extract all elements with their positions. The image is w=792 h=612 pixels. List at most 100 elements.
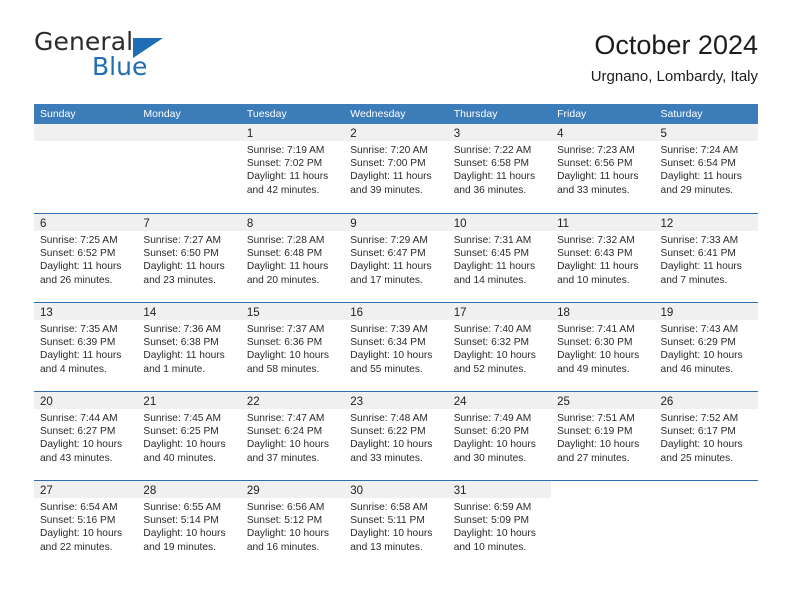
day-number-band: 15	[240, 303, 345, 320]
sunset-text: Sunset: 5:09 PM	[453, 515, 530, 527]
day-number-band: 19	[654, 303, 758, 320]
day-number-band	[655, 481, 758, 498]
calendar-day-cell[interactable]: 29 Sunrise: 6:56 AM Sunset: 5:12 PM Dayligh…	[240, 481, 345, 569]
daylight-text-line2: and 26 minutes.	[40, 274, 113, 286]
sunrise-text: Sunrise: 7:39 AM	[350, 324, 428, 335]
day-number-band: 17	[447, 303, 552, 320]
daylight-text-line2: and 39 minutes.	[350, 184, 423, 196]
calendar-day-cell[interactable]: 27 Sunrise: 6:54 AM Sunset: 5:16 PM Dayligh…	[34, 481, 138, 569]
calendar-day-cell[interactable]: 10 Sunrise: 7:31 AM Sunset: 6:45 PM Dayligh…	[447, 214, 552, 302]
calendar-day-cell[interactable]: 20 Sunrise: 7:44 AM Sunset: 6:27 PM Dayligh…	[34, 392, 138, 480]
daylight-text-line2: and 1 minute.	[143, 363, 206, 375]
sunrise-text: Sunrise: 7:44 AM	[40, 413, 118, 424]
daylight-text-line2: and 25 minutes.	[660, 452, 734, 464]
sunrise-text: Sunrise: 7:32 AM	[557, 235, 635, 246]
sunrise-text: Sunrise: 6:55 AM	[143, 502, 222, 513]
day-number: 24	[453, 396, 467, 408]
sunset-text: Sunset: 6:39 PM	[40, 337, 116, 349]
day-number: 5	[660, 128, 667, 140]
sunset-text: Sunset: 6:29 PM	[660, 337, 736, 349]
calendar-day-cell[interactable]: 25 Sunrise: 7:51 AM Sunset: 6:19 PM Dayligh…	[551, 392, 655, 480]
day-detail-body: Sunrise: 7:31 AM Sunset: 6:45 PM Daylight:…	[448, 231, 551, 287]
calendar-day-cell[interactable]: 16 Sunrise: 7:39 AM Sunset: 6:34 PM Dayligh…	[344, 303, 448, 391]
weekday-header-tuesday: Tuesday	[246, 108, 287, 120]
sunrise-text: Sunrise: 7:31 AM	[453, 235, 532, 246]
daylight-text-line1: Daylight: 10 hours	[246, 439, 329, 451]
calendar-day-cell[interactable]: 15 Sunrise: 7:37 AM Sunset: 6:36 PM Dayligh…	[240, 303, 345, 391]
daylight-text-line1: Daylight: 10 hours	[453, 528, 536, 540]
day-number-band: 10	[447, 214, 552, 231]
daylight-text-line2: and 10 minutes.	[557, 274, 630, 286]
day-detail-body: Sunrise: 7:52 AM Sunset: 6:17 PM Daylight:…	[655, 409, 758, 465]
sunset-text: Sunset: 7:00 PM	[350, 158, 426, 170]
calendar-day-cell[interactable]: 8 Sunrise: 7:28 AM Sunset: 6:48 PM Daylight…	[240, 214, 345, 302]
calendar-day-cell[interactable]: 19 Sunrise: 7:43 AM Sunset: 6:29 PM Dayligh…	[654, 303, 758, 391]
daylight-text-line1: Daylight: 11 hours	[143, 350, 225, 362]
daylight-text-line2: and 30 minutes.	[453, 452, 527, 464]
calendar-day-cell[interactable]: 30 Sunrise: 6:58 AM Sunset: 5:11 PM Dayligh…	[344, 481, 448, 569]
calendar-day-cell[interactable]: 22 Sunrise: 7:47 AM Sunset: 6:24 PM Dayligh…	[240, 392, 345, 480]
day-number: 18	[557, 307, 570, 319]
day-number: 15	[246, 307, 260, 319]
day-detail-body: Sunrise: 7:33 AM Sunset: 6:41 PM Daylight:…	[655, 231, 758, 287]
day-number: 27	[40, 485, 53, 497]
sunrise-text: Sunrise: 6:59 AM	[453, 502, 532, 513]
calendar-day-cell[interactable]: 24 Sunrise: 7:49 AM Sunset: 6:20 PM Dayligh…	[447, 392, 552, 480]
calendar-day-cell[interactable]: 13 Sunrise: 7:35 AM Sunset: 6:39 PM Dayligh…	[34, 303, 138, 391]
day-number-band: 3	[447, 124, 552, 141]
sunrise-text: Sunrise: 7:51 AM	[557, 413, 635, 424]
calendar-day-cell[interactable]: 26 Sunrise: 7:52 AM Sunset: 6:17 PM Dayligh…	[654, 392, 758, 480]
calendar-day-cell[interactable]: 21 Sunrise: 7:45 AM Sunset: 6:25 PM Dayligh…	[137, 392, 241, 480]
day-detail-body: Sunrise: 7:47 AM Sunset: 6:24 PM Daylight:…	[241, 409, 344, 465]
sunrise-text: Sunrise: 7:28 AM	[246, 235, 325, 246]
sunset-text: Sunset: 7:02 PM	[246, 158, 323, 170]
calendar-day-cell[interactable]: 2 Sunrise: 7:20 AM Sunset: 7:00 PM Daylight…	[344, 124, 448, 213]
calendar-day-cell[interactable]: 31 Sunrise: 6:59 AM Sunset: 5:09 PM Dayligh…	[447, 481, 552, 569]
sunset-text: Sunset: 6:32 PM	[453, 337, 530, 349]
daylight-text-line1: Daylight: 10 hours	[246, 350, 329, 362]
daylight-text-line2: and 4 minutes.	[40, 363, 107, 375]
day-detail-body: Sunrise: 7:27 AM Sunset: 6:50 PM Daylight:…	[137, 231, 240, 287]
day-detail-body: Sunrise: 7:24 AM Sunset: 6:54 PM Daylight:…	[655, 141, 758, 197]
weekday-header-wednesday: Wednesday	[350, 108, 406, 120]
day-number-band: 25	[551, 392, 655, 409]
calendar-day-cell[interactable]: 11 Sunrise: 7:32 AM Sunset: 6:43 PM Dayligh…	[551, 214, 655, 302]
calendar-day-cell[interactable]: 18 Sunrise: 7:41 AM Sunset: 6:30 PM Dayligh…	[551, 303, 655, 391]
day-number: 6	[40, 218, 47, 230]
sunset-text: Sunset: 6:41 PM	[660, 248, 736, 260]
day-detail-body: Sunrise: 6:56 AM Sunset: 5:12 PM Daylight:…	[241, 498, 344, 554]
day-number-band	[34, 124, 138, 141]
day-detail-body: Sunrise: 6:55 AM Sunset: 5:14 PM Daylight:…	[137, 498, 240, 554]
calendar-day-cell[interactable]: 1 Sunrise: 7:19 AM Sunset: 7:02 PM Daylight…	[240, 124, 345, 213]
day-detail-body: Sunrise: 7:23 AM Sunset: 6:56 PM Daylight:…	[551, 141, 654, 197]
calendar-day-cell[interactable]: 17 Sunrise: 7:40 AM Sunset: 6:32 PM Dayligh…	[447, 303, 552, 391]
daylight-text-line1: Daylight: 10 hours	[40, 439, 123, 451]
day-detail-body: Sunrise: 6:59 AM Sunset: 5:09 PM Daylight:…	[448, 498, 551, 554]
sunrise-text: Sunrise: 7:27 AM	[143, 235, 222, 246]
daylight-text-line2: and 33 minutes.	[557, 184, 630, 196]
calendar-day-cell[interactable]: 14 Sunrise: 7:36 AM Sunset: 6:38 PM Dayligh…	[137, 303, 241, 391]
calendar-day-cell[interactable]: 12 Sunrise: 7:33 AM Sunset: 6:41 PM Dayligh…	[654, 214, 758, 302]
daylight-text-line1: Daylight: 10 hours	[40, 528, 123, 540]
day-detail-body: Sunrise: 7:29 AM Sunset: 6:47 PM Daylight:…	[344, 231, 447, 287]
calendar-day-cell[interactable]: 7 Sunrise: 7:27 AM Sunset: 6:50 PM Daylight…	[137, 214, 241, 302]
sunset-text: Sunset: 6:38 PM	[143, 337, 219, 349]
calendar-day-cell[interactable]: 9 Sunrise: 7:29 AM Sunset: 6:47 PM Daylight…	[344, 214, 448, 302]
daylight-text-line2: and 20 minutes.	[246, 274, 320, 286]
calendar-day-cell[interactable]: 5 Sunrise: 7:24 AM Sunset: 6:54 PM Daylight…	[654, 124, 758, 213]
calendar-day-cell[interactable]: 4 Sunrise: 7:23 AM Sunset: 6:56 PM Daylight…	[551, 124, 655, 213]
day-detail-body: Sunrise: 7:49 AM Sunset: 6:20 PM Daylight:…	[448, 409, 551, 465]
day-number: 28	[143, 485, 157, 497]
calendar-day-cell[interactable]: 3 Sunrise: 7:22 AM Sunset: 6:58 PM Daylight…	[447, 124, 552, 213]
sunset-text: Sunset: 6:58 PM	[453, 158, 530, 170]
calendar-day-cell[interactable]: 28 Sunrise: 6:55 AM Sunset: 5:14 PM Dayligh…	[137, 481, 241, 569]
sunrise-text: Sunrise: 7:35 AM	[40, 324, 118, 335]
daylight-text-line2: and 42 minutes.	[246, 184, 320, 196]
sunrise-text: Sunrise: 7:36 AM	[143, 324, 222, 335]
day-number: 21	[143, 396, 157, 408]
day-detail-body: Sunrise: 7:43 AM Sunset: 6:29 PM Daylight:…	[655, 320, 758, 376]
calendar-day-cell[interactable]: 6 Sunrise: 7:25 AM Sunset: 6:52 PM Daylight…	[34, 214, 138, 302]
calendar-day-cell[interactable]: 23 Sunrise: 7:48 AM Sunset: 6:22 PM Dayligh…	[344, 392, 448, 480]
day-number-band: 20	[34, 392, 138, 409]
sunset-text: Sunset: 6:48 PM	[246, 248, 323, 260]
